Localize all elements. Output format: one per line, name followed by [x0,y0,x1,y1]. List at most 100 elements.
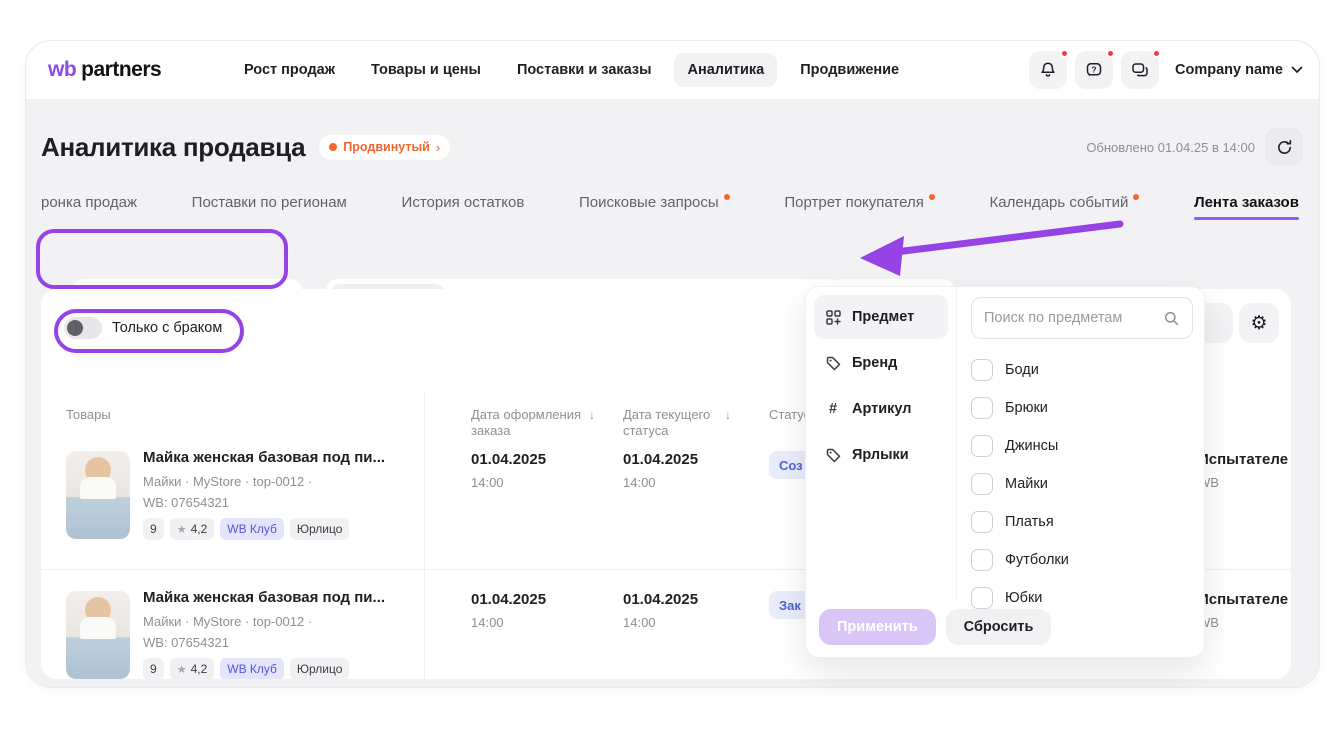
table-settings-button[interactable]: ⚙ [1239,303,1279,343]
checkbox-tanktops[interactable]: Майки [971,465,1193,503]
category-subject[interactable]: Предмет [814,295,948,339]
logo-partners: partners [81,58,161,82]
tab-events-calendar[interactable]: Календарь событий [990,194,1140,211]
gear-icon: ⚙ [1250,312,1267,335]
topbar-right: ? Company name [1029,41,1303,99]
checkbox-bodysuits[interactable]: Боди [971,351,1193,389]
checkbox-unchecked [971,359,993,381]
bell-icon [1039,61,1057,79]
notifications-button[interactable] [1029,51,1067,89]
product-meta: Майки · MyStore · top-0012 · [143,614,413,629]
checkbox-dresses[interactable]: Платья [971,503,1193,541]
nav-item-goods-prices[interactable]: Товары и цены [358,53,494,87]
checkbox-unchecked [971,587,993,609]
account-menu[interactable]: Company name [1175,62,1303,78]
product-wb-code: WB: 07654321 [143,635,413,650]
page-title: Аналитика продавца [41,132,305,163]
product-badges: 9 ★ 4,2 WB Клуб Юрлицо [143,658,413,679]
product-title[interactable]: Майка женская базовая под пи... [143,589,413,606]
wb-partners-logo[interactable]: wb partners [48,41,161,99]
checkbox-unchecked [971,511,993,533]
tab-stock-history[interactable]: История остатков [402,194,525,211]
notification-dot [1152,49,1161,58]
components-icon [824,309,842,326]
updated-timestamp: Обновлено 01.04.25 в 14:00 [1086,140,1255,155]
popover-actions: Применить Сбросить [819,609,1051,645]
subject-search-input[interactable] [984,310,1155,326]
category-brand[interactable]: Бренд [814,341,948,385]
pickup-cell: Испытателе WB [1198,451,1291,490]
subject-search[interactable] [971,297,1193,339]
filters-popover: Предмет Бренд # Артикул [805,286,1205,658]
help-button[interactable]: ? [1075,51,1113,89]
search-icon [1163,310,1180,327]
product-info: Майка женская базовая под пи... Майки · … [143,589,413,679]
messages-button[interactable] [1121,51,1159,89]
filter-categories: Предмет Бренд # Артикул [806,287,956,485]
subject-checkbox-list: Боди Брюки Джинсы Майки Платья Футболки … [971,351,1193,617]
chat-bubbles-icon [1131,61,1149,79]
category-labels[interactable]: Ярлыки [814,433,948,477]
product-info: Майка женская базовая под пи... Майки · … [143,449,413,540]
tab-search-queries[interactable]: Поисковые запросы [579,194,730,211]
category-article[interactable]: # Артикул [814,387,948,431]
size-count-badge: 9 [143,658,164,679]
product-meta: Майки · MyStore · top-0012 · [143,474,413,489]
notification-dot [1060,49,1069,58]
tag-icon [824,447,842,464]
tab-sales-funnel[interactable]: ронка продаж [41,194,137,211]
orange-dot-icon [329,143,337,151]
orange-dot-icon [1133,194,1139,200]
main-nav: Рост продаж Товары и цены Поставки и зак… [231,41,912,99]
wb-club-badge: WB Клуб [220,518,284,540]
sort-desc-icon: ↓ [725,407,731,439]
tab-orders-feed[interactable]: Лента заказов [1194,194,1299,211]
wb-club-badge: WB Клуб [220,658,284,679]
tab-customer-portrait[interactable]: Портрет покупателя [784,194,934,211]
column-header-order-date[interactable]: Дата оформления заказа↓ [471,407,611,439]
toggle-knob [67,320,83,336]
popover-divider [956,287,957,599]
column-header-status: Статус [769,407,810,423]
help-bubble-icon: ? [1085,61,1103,79]
checkbox-unchecked [971,549,993,571]
checkbox-tshirts[interactable]: Футболки [971,541,1193,579]
refresh-button[interactable] [1265,128,1303,166]
analytics-tabs: ронка продаж Поставки по регионам Истори… [41,185,1299,219]
checkbox-unchecked [971,397,993,419]
company-name: Company name [1175,62,1283,78]
orange-dot-icon [724,194,730,200]
star-icon: ★ [177,523,187,536]
order-date-cell: 01.04.2025 14:00 [471,591,546,630]
sort-desc-icon: ↓ [589,407,595,439]
product-wb-code: WB: 07654321 [143,495,413,510]
toggle-label: Только с браком [112,320,222,336]
rating-badge: ★ 4,2 [170,658,215,679]
nav-item-analytics[interactable]: Аналитика [674,53,777,87]
chevron-right-icon: › [436,140,440,155]
apply-button[interactable]: Применить [819,609,936,645]
checkbox-pants[interactable]: Брюки [971,389,1193,427]
nav-item-supplies-orders[interactable]: Поставки и заказы [504,53,665,87]
product-title[interactable]: Майка женская базовая под пи... [143,449,413,466]
plan-badge[interactable]: Продвинутый › [319,135,450,160]
rating-value: 4,2 [191,662,208,676]
product-photo [66,591,130,679]
reset-button[interactable]: Сбросить [946,609,1052,645]
nav-item-promotion[interactable]: Продвижение [787,53,912,87]
size-count-badge: 9 [143,518,164,540]
plan-label: Продвинутый [343,140,430,154]
tab-supplies-by-region[interactable]: Поставки по регионам [192,194,347,211]
product-badges: 9 ★ 4,2 WB Клуб Юрлицо [143,518,413,540]
checkbox-jeans[interactable]: Джинсы [971,427,1193,465]
chevron-down-icon [1291,66,1303,74]
hash-icon: # [824,401,842,417]
tag-icon [824,355,842,372]
status-date-cell: 01.04.2025 14:00 [623,591,698,630]
defects-only-toggle[interactable]: Только с браком [64,317,222,339]
nav-item-sales-growth[interactable]: Рост продаж [231,53,348,87]
toggle-switch-off[interactable] [64,317,102,339]
entity-badge: Юрлицо [290,518,350,540]
rating-value: 4,2 [191,522,208,536]
column-header-status-date[interactable]: Дата текущего статуса↓ [623,407,753,439]
